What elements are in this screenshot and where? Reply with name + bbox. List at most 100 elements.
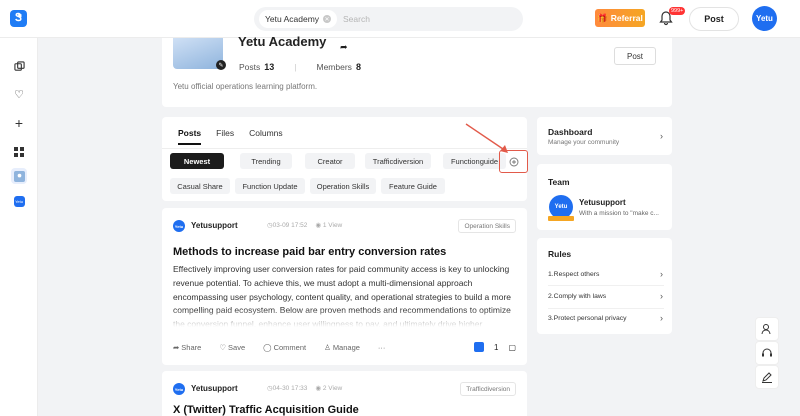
thumbs-up-icon[interactable] [474,342,484,352]
referral-button[interactable]: 🎁 Referral [595,9,645,27]
chat-icon[interactable]: ▢ [508,343,516,352]
post-meta: ◷04-30 17:33 ◉ 2 View [267,384,342,392]
post-title[interactable]: Methods to increase paid bar entry conve… [173,246,446,258]
filter-trending[interactable]: Trending [240,153,292,169]
filter-function-update[interactable]: Function Update [235,178,305,194]
filter-operation-skills[interactable]: Operation Skills [310,178,376,194]
grid-icon[interactable] [11,144,27,160]
write-button[interactable] [755,365,779,389]
team-role-badge [548,216,574,221]
chevron-right-icon: › [660,269,663,279]
clock-icon: ◷04-30 17:33 [267,385,308,392]
filter-casual-share[interactable]: Casual Share [170,178,230,194]
plus-icon[interactable]: + [11,115,27,131]
filter-trafficdiversion[interactable]: Trafficdiversion [365,153,431,169]
edit-icon [762,372,772,383]
team-card: Team Yetu Yetusupport With a mission to … [537,164,672,230]
rules-card: Rules 1.Respect others › 2.Comply with l… [537,238,672,334]
group-post-button[interactable]: Post [614,47,656,65]
share-button[interactable]: ➦ Share [173,343,201,352]
post-author[interactable]: Yetusupport [191,221,238,230]
share-label: Share [181,343,202,352]
rule-item[interactable]: 1.Respect others › [537,264,672,284]
clear-scope-icon[interactable]: ✕ [323,15,332,23]
tab-posts[interactable]: Posts [178,128,202,145]
notification-badge: 999+ [669,7,686,15]
share-group-icon[interactable]: ➦ [340,42,348,53]
annotation-arrow-icon [465,123,508,153]
members-count: 8 [355,62,361,72]
group-stats: Posts 13 | Members 8 [239,62,361,72]
post-author[interactable]: Yetusupport [191,384,238,393]
group-header: ✎ Yetu Academy ➦ Posts 13 | Members 8 Po… [162,34,672,107]
author-avatar[interactable]: Yetu [173,220,185,232]
rules-heading: Rules [548,249,572,259]
search-scope-chip[interactable]: Yetu Academy ✕ [259,10,338,28]
post-date: 03-09 17:52 [272,222,308,229]
post-tag[interactable]: Trafficdiversion [460,382,516,396]
support-button[interactable] [755,341,779,365]
post-card[interactable]: Yetu Yetusupport ◷03-09 17:52 ◉ 1 View O… [162,208,527,365]
rule-item[interactable]: 2.Comply with laws › [537,286,672,306]
like-count: 1 [494,342,499,352]
eye-icon: ◉ 2 View [315,385,343,392]
bookmark-icon: ♡ [219,343,227,352]
community-icon[interactable] [11,168,27,184]
filter-creator[interactable]: Creator [305,153,355,169]
comment-button[interactable]: ◯ Comment [263,343,306,352]
tab-columns[interactable]: Columns [249,128,283,138]
like-area: 1 ▢ [474,342,516,352]
post-body: Effectively improving user conversion ra… [173,264,513,327]
dashboard-card[interactable]: Dashboard Manage your community › [537,117,672,155]
manage-button[interactable]: ♙ Manage [324,343,360,352]
group-title: Yetu Academy [238,34,327,49]
post-tag[interactable]: Operation Skills [458,219,516,233]
search-bar[interactable]: Yetu Academy ✕ [254,7,523,31]
rule-label: 1.Respect others [548,270,600,278]
tab-files[interactable]: Files [216,128,234,138]
filter-feature-guide[interactable]: Feature Guide [381,178,445,194]
save-label: Save [228,343,246,352]
manage-label: Manage [332,343,360,352]
post-title[interactable]: X (Twitter) Traffic Acquisition Guide [173,404,359,416]
team-member-name[interactable]: Yetusupport [579,198,626,207]
filter-newest[interactable]: Newest [170,153,224,169]
layers-icon[interactable] [11,58,27,74]
comment-label: Comment [273,343,307,352]
dashboard-subtitle: Manage your community [548,139,620,146]
top-bar: Ꮥ Yetu Academy ✕ 🎁 Referral 999+ Post Ye… [0,0,800,38]
yetu-icon[interactable]: Yetu [11,193,27,209]
stats-divider: | [294,62,297,72]
contact-user-button[interactable] [755,317,779,341]
post-date: 04-30 17:33 [272,385,308,392]
heart-icon[interactable]: ♡ [11,86,27,102]
post-meta: ◷03-09 17:52 ◉ 1 View [267,221,342,229]
rule-item[interactable]: 3.Protect personal privacy › [537,308,672,328]
app-logo[interactable]: Ꮥ [10,10,27,27]
post-card[interactable]: Yetu Yetusupport ◷04-30 17:33 ◉ 2 View T… [162,371,527,416]
team-member-desc: With a mission to "make c... [579,210,659,217]
chevron-right-icon: › [660,131,663,141]
save-button[interactable]: ♡ Save [219,343,245,352]
headset-icon [762,348,772,357]
group-description: Yetu official operations learning platfo… [173,82,318,91]
user-icon [761,324,771,335]
rule-label: 2.Comply with laws [548,292,607,300]
gift-icon: 🎁 [597,12,608,23]
posts-label: Posts [239,62,261,72]
more-button[interactable]: ··· [378,343,386,352]
search-scope-label: Yetu Academy [265,14,320,24]
edit-cover-icon[interactable]: ✎ [216,60,226,70]
yetu-icon-label: Yetu [13,195,25,207]
chevron-right-icon: › [660,291,663,301]
user-avatar[interactable]: Yetu [752,6,777,31]
rule-label: 3.Protect personal privacy [548,314,627,322]
search-input[interactable] [343,14,523,24]
post-button[interactable]: Post [689,7,739,31]
share-icon: ➦ [173,343,180,352]
clock-icon: ◷03-09 17:52 [267,222,308,229]
author-avatar[interactable]: Yetu [173,383,185,395]
post-actions: ➦ Share ♡ Save ◯ Comment ♙ Manage ··· [173,343,385,352]
referral-label: Referral [610,13,643,23]
members-label: Members [316,62,352,72]
